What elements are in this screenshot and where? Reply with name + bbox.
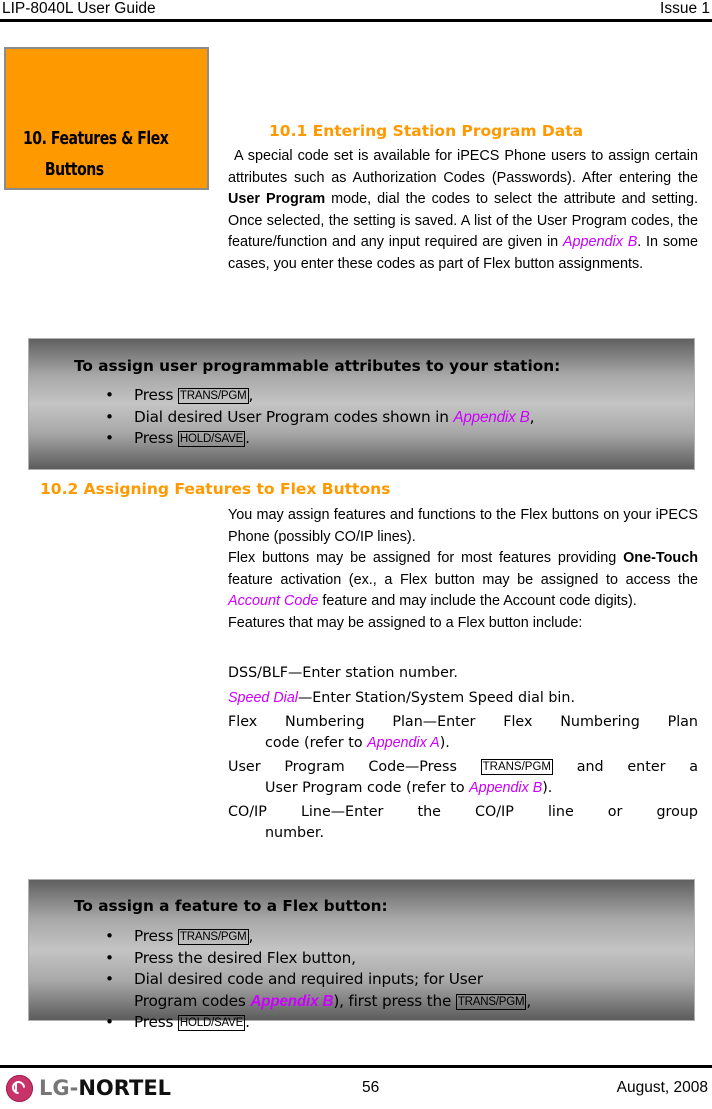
publication-date: August, 2008 bbox=[616, 1079, 708, 1096]
feature-desc: and enter a bbox=[553, 759, 698, 775]
step-text: , bbox=[248, 927, 254, 945]
step-text: Program codes bbox=[134, 991, 251, 1010]
para-bold-user-program: User Program bbox=[228, 191, 326, 207]
trans-pgm-key: TRANS/PGM bbox=[177, 929, 249, 945]
account-code-link[interactable]: Account Code bbox=[228, 593, 318, 609]
feature-desc: —Enter station number. bbox=[287, 665, 458, 681]
appendix-b-link[interactable]: Appendix B bbox=[563, 234, 637, 250]
section2-paragraphs: You may assign features and functions to… bbox=[228, 505, 698, 634]
procedure-step-continuation: Program codes Appendix B), first press t… bbox=[29, 991, 531, 1013]
step-text: Press bbox=[134, 386, 178, 404]
feature-item-flex-numbering-plan: Flex Numbering Plan—Enter Flex Numbering… bbox=[228, 712, 698, 754]
step-text: Press the desired Flex button, bbox=[134, 948, 356, 967]
step-text: . bbox=[245, 1013, 250, 1031]
lg-logo-icon bbox=[6, 1074, 33, 1102]
bullet-icon: • bbox=[105, 1013, 114, 1031]
procedure-steps: • Press TRANS/PGM, • Dial desired User Pro… bbox=[29, 385, 534, 450]
procedure-title: To assign a feature to a Flex button: bbox=[74, 897, 388, 915]
lg-nortel-logo: LG-NORTEL bbox=[6, 1073, 171, 1103]
section-heading-10-2: 10.2 Assigning Features to Flex Buttons bbox=[40, 480, 391, 498]
procedure-step: • Dial desired code and required inputs; … bbox=[29, 969, 531, 991]
chapter-title-line2: Buttons bbox=[44, 159, 104, 180]
document-title: LIP-8040L User Guide bbox=[2, 0, 156, 17]
issue-label: Issue 1 bbox=[660, 0, 710, 17]
appendix-a-link[interactable]: Appendix A bbox=[367, 735, 440, 751]
section2-para3: Features that may be assigned to a Flex … bbox=[228, 614, 583, 631]
step-text: Press bbox=[134, 927, 178, 945]
feature-item-dss-blf: DSS/BLF—Enter station number. bbox=[228, 663, 698, 684]
header-divider bbox=[0, 19, 712, 22]
feature-desc: —Enter Flex Numbering Plan bbox=[422, 714, 698, 730]
feature-item-user-program-code: User Program Code—Press TRANS/PGM and en… bbox=[228, 757, 698, 799]
footer-divider bbox=[0, 1065, 712, 1068]
logo-wordmark: LG-NORTEL bbox=[39, 1076, 171, 1100]
para-text: A special code set is available for iPEC… bbox=[228, 148, 698, 186]
procedure-steps: • Press TRANS/PGM, • Press the desired Fle… bbox=[29, 926, 531, 1034]
page-number: 56 bbox=[362, 1079, 380, 1096]
procedure-box-flex-button: To assign a feature to a Flex button: • P… bbox=[28, 879, 695, 1031]
feature-desc: number. bbox=[265, 825, 325, 841]
para-bold-one-touch: One-Touch bbox=[623, 550, 698, 566]
hold-save-key: HOLD/SAVE bbox=[177, 431, 246, 447]
feature-name: CO/IP Line bbox=[228, 804, 331, 820]
para-text: Flex buttons may be assigned for most fe… bbox=[228, 550, 624, 566]
step-text: , bbox=[526, 991, 532, 1010]
feature-item-speed-dial: Speed Dial—Enter Station/System Speed di… bbox=[228, 688, 698, 709]
procedure-step: • Press HOLD/SAVE. bbox=[29, 1012, 531, 1034]
bullet-icon: • bbox=[105, 429, 114, 447]
flex-feature-list: DSS/BLF—Enter station number. Speed Dial… bbox=[228, 663, 698, 847]
feature-item-co-ip-line: CO/IP Line—Enter the CO/IP line or group… bbox=[228, 802, 698, 844]
step-text: . bbox=[245, 429, 250, 447]
procedure-step: • Press the desired Flex button, bbox=[29, 948, 531, 970]
bullet-icon: • bbox=[105, 948, 114, 967]
feature-desc: code (refer to bbox=[265, 735, 368, 751]
feature-desc: User Program code (refer to bbox=[265, 780, 470, 796]
section-heading-10-1: 10.1 Entering Station Program Data bbox=[269, 122, 584, 140]
chapter-title: 10. Features & Flex Buttons bbox=[23, 123, 169, 185]
trans-pgm-key: TRANS/PGM bbox=[480, 759, 553, 775]
para-text: feature and may include the Account code… bbox=[318, 593, 637, 609]
logo-nortel-text: NORTEL bbox=[78, 1076, 172, 1100]
para-text: feature activation (ex., a Flex button m… bbox=[228, 571, 698, 588]
section1-paragraph: A special code set is available for iPEC… bbox=[228, 146, 698, 275]
feature-name: DSS/BLF bbox=[228, 665, 288, 681]
feature-desc: ). bbox=[542, 780, 553, 796]
chapter-title-box: 10. Features & Flex Buttons bbox=[4, 47, 209, 190]
speed-dial-link[interactable]: Speed Dial bbox=[228, 690, 298, 706]
feature-name: Flex Numbering Plan bbox=[228, 714, 423, 730]
feature-name: User Program Code bbox=[228, 759, 405, 775]
hold-save-key: HOLD/SAVE bbox=[177, 1015, 246, 1031]
procedure-title: To assign user programmable attributes t… bbox=[74, 357, 561, 375]
procedure-step: • Press HOLD/SAVE. bbox=[29, 428, 534, 450]
chapter-title-line1: 10. Features & Flex bbox=[23, 128, 169, 149]
bullet-icon: • bbox=[105, 927, 114, 945]
bullet-icon: • bbox=[105, 970, 114, 988]
feature-desc: —Press bbox=[404, 759, 481, 775]
step-text: , bbox=[529, 407, 535, 426]
trans-pgm-key: TRANS/PGM bbox=[177, 388, 249, 404]
section2-para2: Flex buttons may be assigned for most fe… bbox=[228, 548, 698, 613]
step-text: , bbox=[248, 386, 254, 404]
procedure-step: • Dial desired User Program codes shown i… bbox=[29, 407, 534, 429]
step-text: ), first press the bbox=[333, 991, 456, 1010]
procedure-step: • Press TRANS/PGM, bbox=[29, 926, 531, 948]
trans-pgm-key: TRANS/PGM bbox=[455, 993, 527, 1010]
step-text: Dial desired code and required inputs; f… bbox=[134, 970, 483, 988]
appendix-b-link[interactable]: Appendix B bbox=[453, 409, 529, 426]
procedure-step: • Press TRANS/PGM, bbox=[29, 385, 534, 407]
step-text: Dial desired User Program codes shown in bbox=[134, 407, 454, 426]
step-text: Press bbox=[134, 429, 178, 447]
step-text: Press bbox=[134, 1013, 178, 1031]
bullet-icon: • bbox=[105, 386, 114, 404]
feature-desc: —Enter Station/System Speed dial bin. bbox=[297, 690, 576, 706]
logo-lg-text: LG bbox=[39, 1076, 70, 1100]
procedure-box-user-attributes: To assign user programmable attributes t… bbox=[28, 338, 695, 470]
section2-para1: You may assign features and functions to… bbox=[228, 507, 698, 545]
appendix-b-link[interactable]: Appendix B bbox=[469, 780, 542, 796]
bullet-icon: • bbox=[105, 407, 114, 426]
feature-desc: —Enter the CO/IP line or group bbox=[330, 804, 698, 820]
appendix-b-link[interactable]: Appendix B bbox=[250, 993, 333, 1010]
feature-desc: ). bbox=[439, 735, 450, 751]
